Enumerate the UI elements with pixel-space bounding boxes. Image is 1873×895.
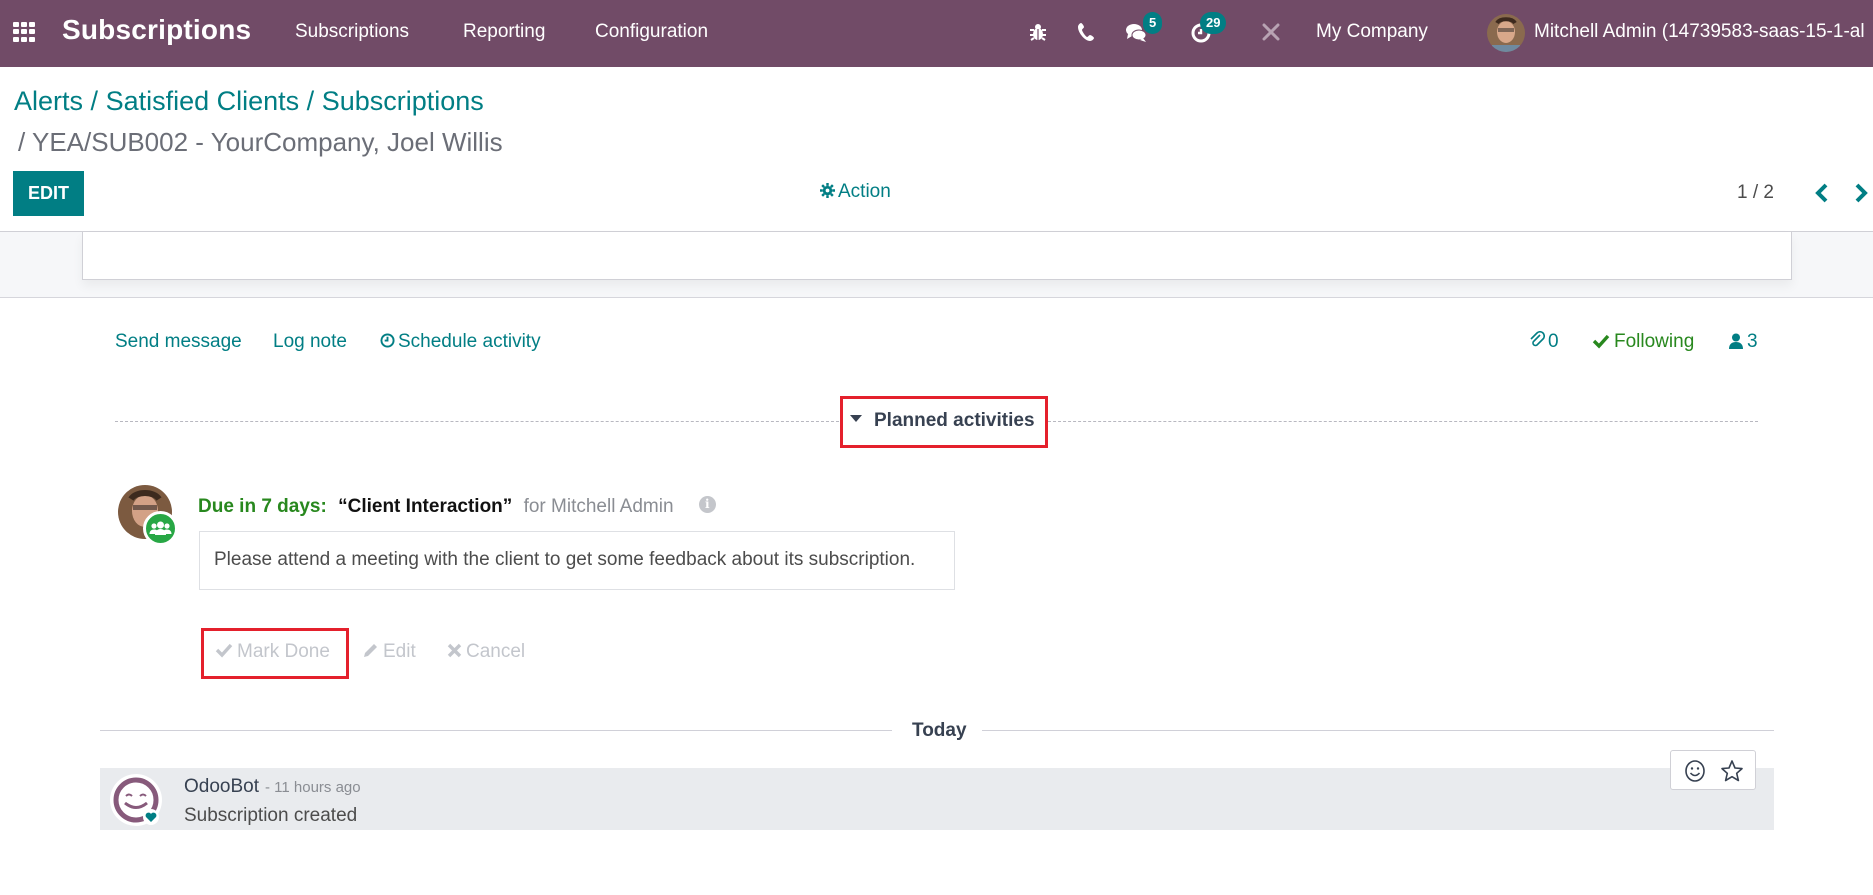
pager-next-icon[interactable]	[1849, 180, 1873, 206]
activity-header: Due in 7 days: “Client Interaction” for …	[198, 496, 716, 518]
app-title[interactable]: Subscriptions	[62, 14, 251, 46]
menu-subscriptions[interactable]: Subscriptions	[295, 21, 409, 43]
menu-reporting[interactable]: Reporting	[463, 21, 545, 43]
activity-due: Due in 7 days:	[198, 496, 327, 517]
tools-icon[interactable]	[1259, 20, 1283, 44]
mark-done-button[interactable]: Mark Done	[215, 641, 330, 663]
send-message-button[interactable]: Send message	[115, 331, 242, 353]
attachments-count: 0	[1548, 331, 1559, 352]
breadcrumb-satisfied-clients[interactable]: Satisfied Clients	[106, 86, 300, 116]
activities-badge: 29	[1200, 12, 1227, 34]
apps-menu-icon[interactable]	[13, 22, 37, 42]
schedule-activity-button[interactable]: Schedule activity	[380, 331, 541, 353]
pencil-icon	[364, 644, 377, 657]
following-label: Following	[1614, 331, 1695, 352]
top-navbar: Subscriptions Subscriptions Reporting Co…	[0, 0, 1873, 67]
bug-icon[interactable]	[1026, 20, 1050, 44]
edit-activity-button[interactable]: Edit	[362, 641, 416, 663]
planned-divider-right	[1048, 421, 1758, 422]
planned-divider-left	[115, 421, 839, 422]
activity-description: Please attend a meeting with the client …	[199, 531, 955, 590]
record-title: / YEA/SUB002 - YourCompany, Joel Willis	[18, 127, 503, 157]
company-switcher[interactable]: My Company	[1316, 21, 1428, 43]
edit-button[interactable]: EDIT	[13, 171, 84, 216]
form-sheet	[82, 232, 1792, 280]
users-icon	[149, 521, 172, 535]
message-actions	[1670, 750, 1756, 790]
following-button[interactable]: Following	[1592, 331, 1694, 353]
followers-button[interactable]: 3	[1729, 331, 1758, 353]
phone-icon[interactable]	[1075, 20, 1099, 44]
log-note-button[interactable]: Log note	[273, 331, 347, 353]
user-menu[interactable]: Mitchell Admin (14739583-saas-15-1-al	[1534, 21, 1865, 43]
pager-previous-icon[interactable]	[1810, 180, 1834, 206]
message-author[interactable]: OdooBot	[184, 776, 259, 797]
activity-assignee: for Mitchell Admin	[523, 496, 674, 517]
odoobot-avatar[interactable]	[110, 774, 162, 826]
attachments-button[interactable]: 0	[1529, 330, 1559, 353]
message-header: OdooBot - 11 hours ago	[184, 776, 361, 798]
gear-icon	[820, 183, 835, 198]
breadcrumb-separator: /	[306, 86, 322, 116]
info-icon[interactable]: i	[698, 496, 716, 514]
star-icon[interactable]	[1720, 759, 1744, 783]
message-date: - 11 hours ago	[265, 779, 361, 796]
action-menu-button[interactable]: Action	[820, 181, 891, 203]
emoji-icon[interactable]	[1683, 759, 1707, 783]
pager-value[interactable]: 1 / 2	[1737, 182, 1774, 204]
planned-activities-title: Planned activities	[874, 410, 1035, 431]
caret-down-icon	[850, 415, 862, 423]
schedule-activity-label: Schedule activity	[398, 331, 541, 352]
close-icon	[447, 643, 462, 658]
clock-icon	[380, 333, 395, 348]
breadcrumb-subscriptions[interactable]: Subscriptions	[322, 86, 484, 116]
paperclip-icon	[1530, 330, 1546, 347]
message-body: Subscription created	[184, 805, 358, 826]
cancel-activity-button[interactable]: Cancel	[447, 641, 525, 663]
messages-badge: 5	[1143, 12, 1163, 34]
activity-name: “Client Interaction”	[338, 496, 513, 517]
activity-type-badge	[143, 511, 178, 546]
action-label: Action	[838, 181, 891, 202]
followers-count: 3	[1747, 331, 1758, 352]
check-icon	[215, 643, 233, 658]
user-icon	[1729, 333, 1743, 349]
cancel-activity-label: Cancel	[466, 641, 526, 662]
date-separator: Today	[912, 720, 967, 741]
date-divider-left	[100, 730, 892, 731]
check-icon	[1592, 334, 1610, 349]
planned-activities-toggle[interactable]: Planned activities	[850, 410, 1035, 432]
breadcrumb-separator: /	[90, 86, 106, 116]
mark-done-label: Mark Done	[237, 641, 330, 662]
date-divider-right	[982, 730, 1774, 731]
breadcrumb-alerts[interactable]: Alerts	[14, 86, 83, 116]
menu-configuration[interactable]: Configuration	[595, 21, 708, 43]
user-avatar[interactable]	[1487, 14, 1525, 52]
edit-activity-label: Edit	[383, 641, 416, 662]
breadcrumb: Alerts / Satisfied Clients / Subscriptio…	[14, 86, 484, 117]
